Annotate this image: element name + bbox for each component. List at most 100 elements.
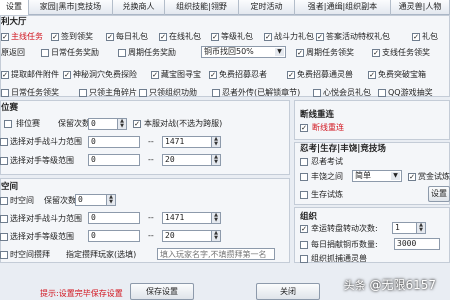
range-dash: -- [148,137,154,146]
checkbox-member-gift[interactable] [313,89,321,97]
time-keep-input[interactable]: 0 [75,194,107,206]
checkbox-period-task-reward[interactable] [118,49,126,57]
checkbox-daily-task-claim[interactable] [1,89,9,97]
checkbox-cave-explore[interactable] [63,71,71,79]
time-level-stepper[interactable]: ▲ ▼ [212,230,221,242]
checkbox-rank-power[interactable] [0,138,8,146]
footer-tip: 提示:设置完毕保存设置 [40,289,123,298]
rank-keep-input[interactable]: 0 [88,118,118,130]
checkbox-org-capture[interactable] [300,255,308,263]
checkbox-breakthrough-box[interactable] [368,71,376,79]
label-treasure-map: 藏宝图寻宝 [161,70,201,79]
label-time-power: 选择对手战斗力范围 [10,214,82,223]
checkbox-ninja-exam[interactable] [300,158,308,166]
checkbox-rank-level[interactable] [0,157,8,165]
label-org-capture: 组织抓捕通灵兽 [311,254,367,263]
daily-donate-input[interactable]: 3000 [394,238,440,250]
label-ninja-exam: 忍者考试 [311,157,343,166]
rank-level-stepper[interactable]: ▲ ▼ [212,154,221,166]
tab-strong-wanted-dungeon[interactable]: 强者|通缉|组织副本 [295,0,391,15]
tab-exchange-merchant[interactable]: 兑换商人 [113,0,165,15]
tab-timed-events[interactable]: 定时活动 [239,0,295,15]
checkbox-local-battle[interactable] [133,120,141,128]
rank-level-to[interactable]: 20 [162,154,212,166]
tab-org-skills[interactable]: 组织技能|翎野 [165,0,239,15]
checkbox-time-space[interactable] [0,197,8,205]
checkbox-daily-donate[interactable] [300,241,308,249]
checkbox-ninja-story[interactable] [212,89,220,97]
checkbox-rank-match[interactable] [4,120,12,128]
label-refresh-return: 原返回 [1,48,25,57]
checkbox-daily-gift[interactable] [106,33,114,41]
checkbox-online-gift[interactable] [159,33,167,41]
label-daily-task-reward: 日常任务奖励 [51,48,99,57]
tab-settings[interactable]: 设置 [0,0,29,15]
checkbox-survival-trial[interactable] [300,191,308,199]
label-time-worship: 时空间攒拜 [10,250,50,259]
time-level-from[interactable]: 0 [88,230,140,242]
checkbox-hero-fragments[interactable] [79,89,87,97]
checkbox-break-reconnect[interactable] [300,124,308,132]
designate-player-input[interactable] [157,248,275,260]
label-period-task-reward: 周期任务奖励 [128,48,176,57]
checkbox-mail-attach[interactable] [1,71,9,79]
time-power-to[interactable]: 1471 [162,212,212,224]
checkbox-time-power[interactable] [0,215,8,223]
label-daily-gift: 每日礼包 [116,32,148,41]
lucky-wheel-stepper[interactable]: ▲ ▼ [417,222,426,234]
time-level-to[interactable]: 20 [162,230,212,242]
checkbox-signin[interactable] [51,33,59,41]
checkbox-lucky-wheel[interactable] [300,225,308,233]
abundance-mode-value: 简单 [355,171,371,180]
abundance-mode-select[interactable]: 简单 ▼ [352,170,402,182]
checkbox-qq-lottery[interactable] [378,89,386,97]
rank-level-from[interactable]: 0 [88,154,140,166]
checkbox-treasure-map[interactable] [151,71,159,79]
label-power-gift: 战斗力礼包 [274,32,314,41]
checkbox-period-claim[interactable] [296,49,304,57]
checkbox-gift[interactable] [412,33,420,41]
rank-power-from[interactable]: 0 [88,136,140,148]
label-signin: 签到领奖 [61,32,93,41]
checkbox-side-quest-claim[interactable] [372,49,380,57]
checkbox-org-merit[interactable] [139,89,147,97]
label-gift: 礼包 [422,32,438,41]
label-daily-donate: 每日捐献铜币数量: [311,240,378,249]
tab-beast-character[interactable]: 通灵兽|人物 [391,0,450,15]
label-time-space: 时空间 [10,196,34,205]
label-online-gift: 在线礼包 [169,32,201,41]
rank-power-stepper[interactable]: ▲ ▼ [212,136,221,148]
checkbox-time-level[interactable] [0,233,8,241]
label-bounty-trial: 赏金试炼 [418,172,450,181]
close-button[interactable]: 关闭 [256,283,320,300]
bounty-settings-button[interactable]: 设置 [428,186,450,202]
checkbox-recruit-beast[interactable] [287,71,295,79]
checkbox-main-quest[interactable] [1,33,9,41]
checkbox-bounty-trial[interactable] [408,173,416,181]
watermark-brand: 头条 [343,279,366,292]
lucky-wheel-input[interactable]: 1 [392,222,417,234]
checkbox-power-gift[interactable] [264,33,272,41]
checkbox-time-worship[interactable] [0,251,8,259]
range-dash: -- [148,155,154,164]
save-settings-button[interactable]: 保存设置 [130,283,194,300]
label-break-reconnect: 断线重连 [312,123,344,132]
time-power-stepper[interactable]: ▲ ▼ [212,212,221,224]
rank-power-to[interactable]: 1471 [162,136,212,148]
label-time-level: 选择对手等级范围 [10,232,74,241]
range-dash: -- [148,213,154,222]
tab-home-market-arena[interactable]: 家园|黑市|竞技场 [29,0,113,15]
checkbox-abundance[interactable] [300,173,308,181]
checkbox-level-gift[interactable] [211,33,219,41]
time-keep-stepper[interactable]: ▲ ▼ [107,194,116,206]
label-member-gift: 心悦会员礼包 [323,88,371,97]
label-rank-level: 选择对手等级范围 [10,156,74,165]
rank-keep-stepper[interactable]: ▲ ▼ [118,118,127,130]
checkbox-recruit-ninja[interactable] [209,71,217,79]
label-abundance: 丰饶之间 [311,172,343,181]
watermark: 头条 @无限6157 [344,276,436,293]
refresh-select[interactable]: 铜币找回50% ▼ [201,46,286,58]
checkbox-daily-task-reward[interactable] [41,49,49,57]
checkbox-vip-gift[interactable] [316,33,324,41]
time-power-from[interactable]: 0 [88,212,140,224]
